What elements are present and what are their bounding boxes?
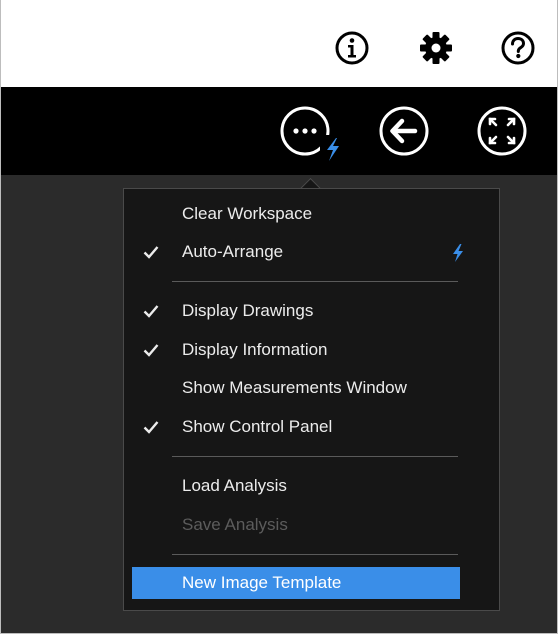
more-options-button[interactable] xyxy=(278,105,340,165)
menu-separator xyxy=(172,456,458,457)
info-icon[interactable] xyxy=(334,30,370,66)
menu-item-label: Display Information xyxy=(182,340,328,359)
lightning-bolt-icon xyxy=(453,244,463,262)
menu-item-label: Display Drawings xyxy=(182,301,314,320)
menu-item-display-information[interactable]: Display Information xyxy=(132,334,460,366)
back-arrow-icon xyxy=(379,106,429,156)
menu-item-clear-workspace[interactable]: Clear Workspace xyxy=(132,198,460,230)
menu-item-show-measurements-window[interactable]: Show Measurements Window xyxy=(132,372,460,404)
toolbar xyxy=(1,87,557,175)
menu-item-save-analysis: Save Analysis xyxy=(132,509,460,541)
top-bar xyxy=(1,0,557,87)
menu-item-label: Clear Workspace xyxy=(182,204,313,223)
back-button[interactable] xyxy=(377,105,431,159)
menu-separator xyxy=(172,281,458,282)
checkmark-icon xyxy=(143,421,159,434)
menu-item-display-drawings[interactable]: Display Drawings xyxy=(132,295,460,327)
checkmark-icon xyxy=(143,344,159,357)
menu-item-auto-arrange[interactable]: Auto-Arrange xyxy=(132,236,463,268)
menu-item-label: New Image Template xyxy=(182,573,342,592)
menu-item-label: Show Control Panel xyxy=(182,417,333,436)
app-window: Clear Workspace Auto-Arrange Display Dra… xyxy=(0,0,558,634)
menu-item-label: Load Analysis xyxy=(182,476,287,495)
options-menu: Clear Workspace Auto-Arrange Display Dra… xyxy=(123,188,500,611)
more-options-icon xyxy=(280,106,340,165)
menu-item-new-image-template[interactable]: New Image Template xyxy=(132,567,460,599)
checkmark-icon xyxy=(143,305,159,318)
menu-item-load-analysis[interactable]: Load Analysis xyxy=(132,470,460,502)
fullscreen-button[interactable] xyxy=(475,105,529,159)
fullscreen-icon xyxy=(477,106,527,156)
menu-item-label: Auto-Arrange xyxy=(182,242,284,261)
checkmark-icon xyxy=(143,246,159,259)
menu-separator xyxy=(172,554,458,555)
menu-item-show-control-panel[interactable]: Show Control Panel xyxy=(132,411,460,443)
gear-icon[interactable] xyxy=(418,30,454,66)
menu-item-label: Save Analysis xyxy=(182,515,288,534)
menu-item-label: Show Measurements Window xyxy=(182,378,407,397)
help-icon[interactable] xyxy=(500,30,536,66)
